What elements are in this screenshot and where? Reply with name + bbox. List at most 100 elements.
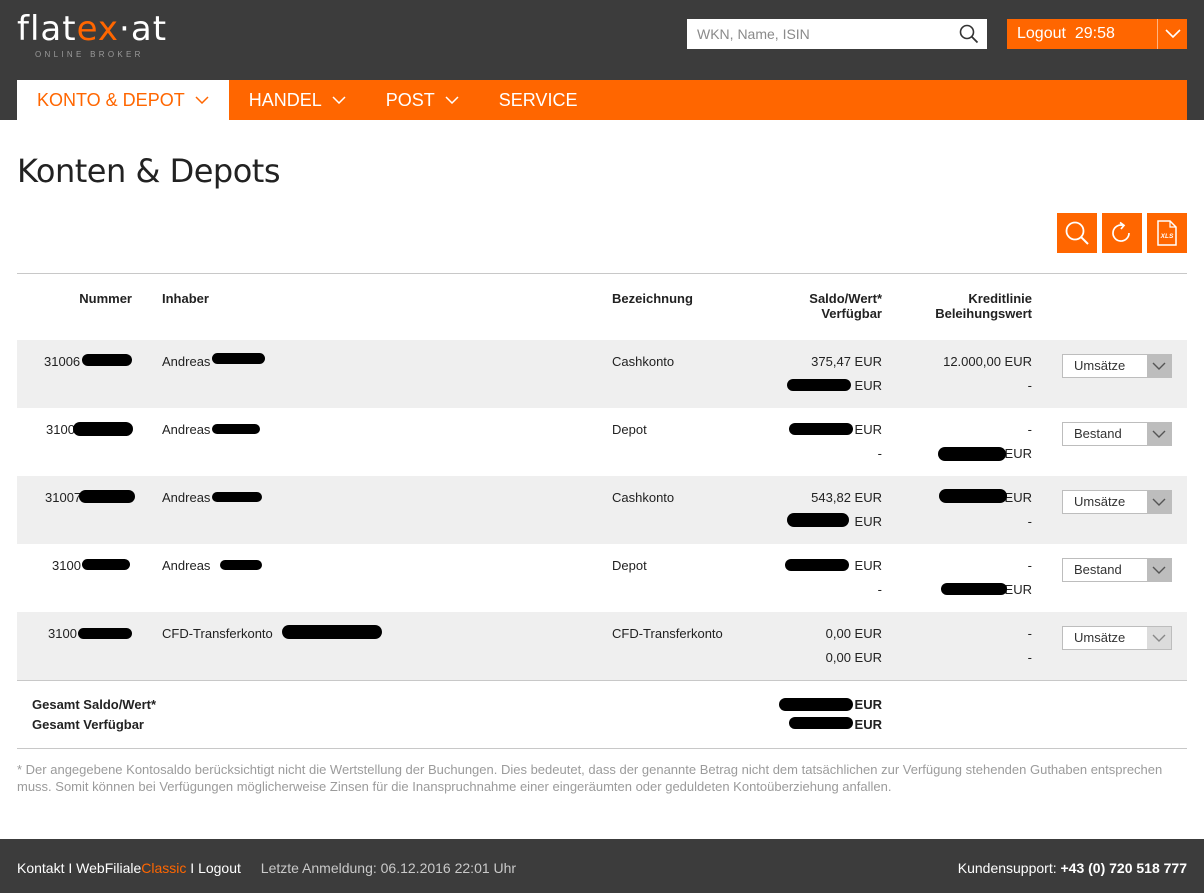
table-row: 31007 Andreas Cashkonto 543,82 EUR EUR E… — [17, 476, 1187, 544]
refresh-button[interactable] — [1102, 213, 1142, 253]
footnote: * Der angegebene Kontosaldo berücksichti… — [17, 762, 1163, 794]
redaction — [787, 379, 851, 391]
table-row: 3100 CFD-Transferkonto CFD-Transferkonto… — [17, 612, 1187, 680]
xls-label: XLS — [1160, 233, 1174, 240]
col-nummer: Nummer — [79, 291, 132, 306]
main-nav: KONTO & DEPOT HANDEL POST SERVICE — [17, 80, 1187, 120]
verfuegbar-value: - — [877, 582, 882, 597]
nav-handel[interactable]: HANDEL — [229, 80, 366, 120]
bestand-select[interactable]: Bestand — [1062, 422, 1172, 446]
table-row: 3100 Andreas Depot EUR - - EUR Bestand — [17, 544, 1187, 612]
saldo-value: 543,82 EUR — [811, 490, 882, 505]
redaction — [73, 422, 133, 436]
chevron-down-icon[interactable] — [1157, 19, 1187, 49]
xls-export-button[interactable]: XLS — [1147, 213, 1187, 253]
kreditlinie-value: 12.000,00 EUR — [943, 354, 1032, 369]
account-type: Cashkonto — [612, 490, 675, 505]
account-holder: Andreas — [162, 354, 211, 369]
beleihungswert-value: - — [1027, 378, 1032, 393]
logo-tagline: ONLINE BROKER — [35, 50, 144, 59]
kreditlinie-value: - — [1027, 422, 1032, 437]
redaction — [941, 583, 1007, 595]
account-holder: CFD-Transferkonto — [162, 626, 273, 641]
redaction — [282, 625, 382, 639]
redaction — [212, 492, 262, 502]
saldo-value: EUR — [854, 558, 882, 573]
redaction — [82, 559, 130, 570]
redaction — [79, 490, 135, 503]
saldo-value: 0,00 EUR — [825, 626, 882, 641]
kontakt-link[interactable]: Kontakt — [17, 860, 64, 876]
saldo-value: 375,47 EUR — [811, 354, 882, 369]
total-verfuegbar-label: Gesamt Verfügbar — [32, 717, 144, 732]
umsaetze-select[interactable]: Umsätze — [1062, 354, 1172, 378]
last-login: Letzte Anmeldung: 06.12.2016 22:01 Uhr — [260, 860, 517, 876]
account-type: CFD-Transferkonto — [612, 626, 723, 641]
support-phone[interactable]: +43 (0) 720 518 777 — [1061, 860, 1188, 876]
chevron-down-icon — [1147, 627, 1171, 649]
search-box — [687, 19, 987, 49]
beleihungswert-value: - — [1027, 514, 1032, 529]
verfuegbar-value: EUR — [854, 378, 882, 393]
divider — [17, 273, 1187, 274]
search-icon[interactable] — [951, 19, 987, 49]
table-toolbar: XLS — [1057, 213, 1187, 253]
nav-post[interactable]: POST — [366, 80, 479, 120]
account-type: Cashkonto — [612, 354, 675, 369]
support-info: Kundensupport: +43 (0) 720 518 777 — [957, 860, 1188, 876]
umsaetze-select[interactable]: Umsätze — [1062, 626, 1172, 650]
chevron-down-icon — [1147, 423, 1171, 445]
beleihungswert-value: - — [1027, 650, 1032, 665]
account-holder: Andreas — [162, 422, 211, 437]
account-number: 3100 — [48, 626, 77, 641]
logout-button[interactable]: Logout 29:58 — [1007, 19, 1187, 49]
umsaetze-select[interactable]: Umsätze — [1062, 490, 1172, 514]
col-inhaber: Inhaber — [162, 291, 209, 306]
logout-label: Logout 29:58 — [1017, 25, 1115, 42]
redaction — [212, 424, 260, 434]
search-input[interactable] — [687, 19, 951, 49]
redaction — [785, 559, 849, 571]
col-kreditlinie: Kreditlinie Beleihungswert — [935, 291, 1032, 321]
chevron-down-icon — [445, 96, 459, 104]
col-bezeichnung: Bezeichnung — [612, 291, 693, 306]
total-saldo-label: Gesamt Saldo/Wert* — [32, 697, 157, 712]
redaction — [787, 513, 849, 527]
footer: Kontakt I WebFilialeClassic I Logout Let… — [0, 839, 1204, 893]
chevron-down-icon — [1147, 559, 1171, 581]
redaction — [939, 489, 1007, 503]
redaction — [789, 717, 853, 729]
account-number: 3100 — [52, 558, 81, 573]
footer-links: Kontakt I WebFilialeClassic I Logout Let… — [17, 860, 517, 876]
chevron-down-icon — [1147, 355, 1171, 377]
account-number: 3100 — [46, 422, 75, 437]
divider — [17, 748, 1187, 749]
account-holder: Andreas — [162, 490, 211, 505]
redaction — [779, 698, 853, 711]
verfuegbar-value: 0,00 EUR — [825, 650, 882, 665]
bestand-select[interactable]: Bestand — [1062, 558, 1172, 582]
beleihungswert-value: EUR — [1004, 582, 1032, 597]
redaction — [220, 560, 262, 570]
table-header: Nummer Inhaber Bezeichnung Saldo/Wert* Ve… — [17, 291, 1187, 331]
footer-logout-link[interactable]: Logout — [198, 860, 241, 876]
flatex-logo[interactable]: flatex·at ONLINE BROKER — [17, 10, 217, 64]
search-button[interactable] — [1057, 213, 1097, 253]
verfuegbar-value: EUR — [854, 514, 882, 529]
saldo-value: EUR — [854, 422, 882, 437]
total-saldo-value: EUR — [854, 697, 882, 712]
table-row: 3100 Andreas Depot EUR - - EUR Bestand — [17, 408, 1187, 476]
col-saldo: Saldo/Wert* Verfügbar — [809, 291, 882, 321]
session-timer: 29:58 — [1074, 25, 1115, 42]
account-type: Depot — [612, 558, 647, 573]
search-icon — [1065, 221, 1089, 245]
page-title: Konten & Depots — [17, 152, 281, 190]
nav-konto-depot[interactable]: KONTO & DEPOT — [17, 80, 229, 120]
kreditlinie-value: - — [1027, 558, 1032, 573]
chevron-down-icon — [332, 96, 346, 104]
webfiliale-classic-link[interactable]: WebFilialeClassic — [76, 860, 186, 876]
chevron-down-icon — [195, 96, 209, 104]
redaction — [82, 354, 132, 366]
nav-service[interactable]: SERVICE — [479, 80, 598, 120]
kreditlinie-value: - — [1027, 626, 1032, 641]
